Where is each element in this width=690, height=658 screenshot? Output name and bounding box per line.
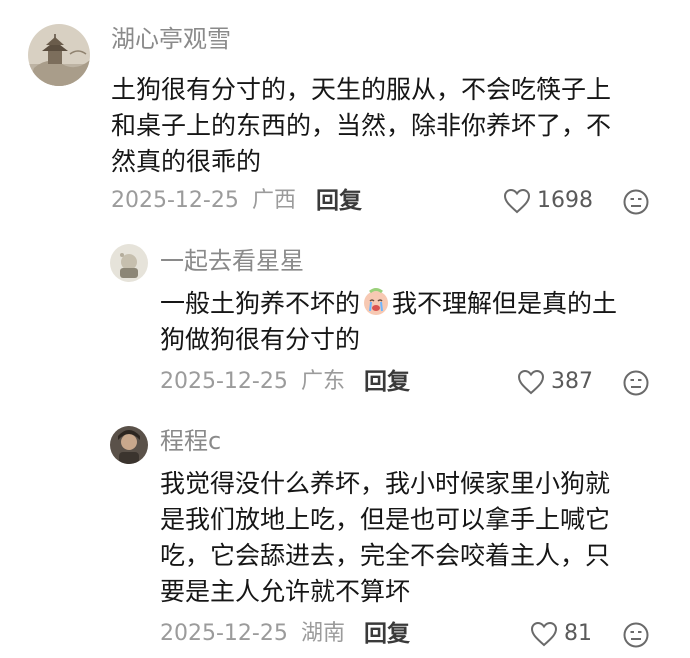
- crying-face-emoji-icon: [364, 288, 389, 315]
- comment-text-line: 我觉得没什么养坏，我小时候家里小狗就: [160, 469, 611, 498]
- dislike-icon[interactable]: [622, 621, 650, 649]
- comment-text-line: 一般土狗养不坏的 我不理解但是真的土: [160, 284, 617, 324]
- like-count: 81: [564, 621, 592, 646]
- comment-location: 广东: [301, 369, 346, 394]
- comment-thread: 湖心亭观雪 土狗很有分寸的，天生的服从，不会吃筷子上 和桌子上的东西的，当然，除…: [0, 0, 690, 658]
- dislike-icon[interactable]: [622, 369, 650, 397]
- reply-button[interactable]: 回复: [316, 187, 362, 215]
- like-count: 387: [551, 369, 593, 394]
- heart-icon: [530, 621, 558, 647]
- comment-text-line: 狗做狗很有分寸的: [160, 325, 361, 354]
- comment-date: 2025-12-25: [160, 621, 288, 646]
- reply-button[interactable]: 回复: [364, 368, 410, 396]
- comment-text-segment: 我不理解但是真的土: [392, 289, 618, 318]
- dislike-icon[interactable]: [622, 188, 650, 216]
- like-count: 1698: [537, 188, 593, 213]
- comment-text-line: 是我们放地上吃，但是也可以拿手上喊它: [160, 505, 611, 534]
- reply-item: 一起去看星星 一般土狗养不坏的 我不理解但是真的土 狗做狗很有分寸的 2025-…: [0, 230, 690, 410]
- heart-icon: [503, 188, 531, 214]
- comment-location: 广西: [252, 188, 297, 213]
- username[interactable]: 一起去看星星: [160, 246, 304, 276]
- reply-item: 程程c 我觉得没什么养坏，我小时候家里小狗就 是我们放地上吃，但是也可以拿手上喊…: [0, 410, 690, 658]
- comment-text-line: 吃，它会舔进去，完全不会咬着主人，只: [160, 541, 611, 570]
- username[interactable]: 湖心亭观雪: [111, 24, 231, 54]
- comment-text-line: 土狗很有分寸的，天生的服从，不会吃筷子上: [111, 75, 612, 104]
- like-button[interactable]: 387: [517, 367, 597, 397]
- comment-date: 2025-12-25: [111, 188, 239, 213]
- comment-item: 湖心亭观雪 土狗很有分寸的，天生的服从，不会吃筷子上 和桌子上的东西的，当然，除…: [0, 0, 690, 230]
- avatar[interactable]: [110, 244, 148, 282]
- heart-icon: [517, 369, 545, 395]
- like-button[interactable]: 1698: [503, 186, 595, 216]
- like-button[interactable]: 81: [530, 619, 594, 649]
- comment-location: 湖南: [301, 621, 346, 646]
- comment-text-line: 然真的很乖的: [111, 147, 262, 176]
- comment-text-line: 要是主人允许就不算坏: [160, 577, 411, 606]
- avatar[interactable]: [110, 426, 148, 464]
- avatar[interactable]: [28, 24, 90, 86]
- comment-text-segment: 一般土狗养不坏的: [160, 289, 361, 318]
- reply-button[interactable]: 回复: [364, 620, 410, 648]
- comment-text-line: 和桌子上的东西的，当然，除非你养坏了，不: [111, 111, 612, 140]
- comment-date: 2025-12-25: [160, 369, 288, 394]
- username[interactable]: 程程c: [160, 426, 221, 456]
